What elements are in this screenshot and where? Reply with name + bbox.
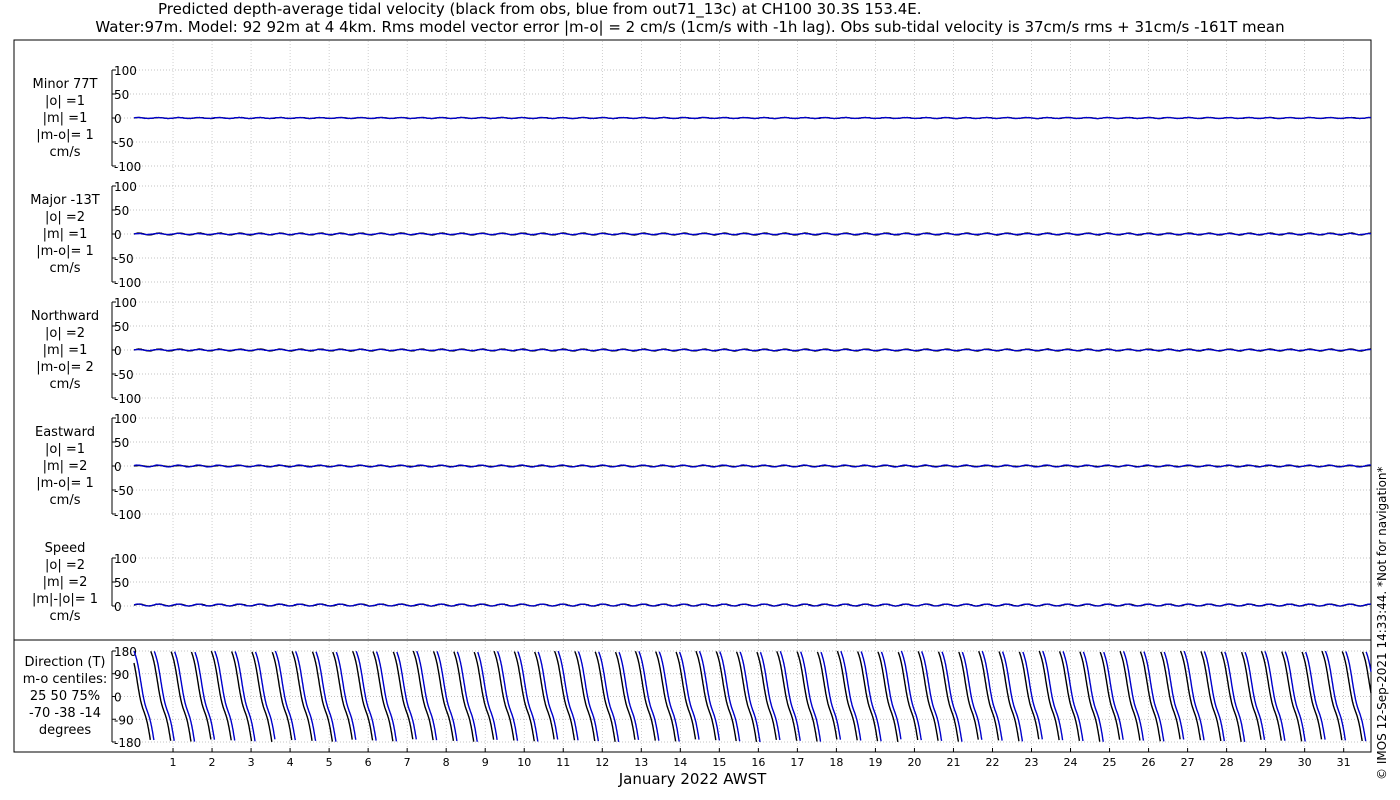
x-tick-label: 19 [868,756,882,769]
panel-label-line: Speed [44,541,86,556]
panel-label-line: |m-o|= 1 [36,244,94,259]
panel-label-line: Major -13T [30,193,100,208]
panel-label-line: cm/s [49,145,81,160]
x-tick-label: 27 [1181,756,1195,769]
x-tick-label: 14 [673,756,687,769]
x-tick-label: 20 [907,756,921,769]
x-tick-label: 18 [829,756,843,769]
panel-label-line: |m| =1 [42,343,88,358]
panel-label-4: Speed |o| =2 |m| =2 |m|-|o|= 1 cm/s [4,540,126,625]
panel-label-line: Minor 77T [32,77,98,92]
panel-label-line: |m| =2 [42,459,88,474]
panel-label-line: |o| =2 [44,210,85,225]
panel-label-line: cm/s [49,377,81,392]
model-trace [133,348,1372,352]
panel-label-line: cm/s [49,261,81,276]
x-tick-label: 17 [790,756,804,769]
x-tick-label: 6 [365,756,372,769]
x-tick-label: 28 [1220,756,1234,769]
x-tick-label: 13 [634,756,648,769]
x-tick-label: 30 [1298,756,1312,769]
x-tick-label: 21 [946,756,960,769]
panel-label-line: Direction (T) [24,655,106,670]
y-tick-label: -100 [114,276,141,290]
panel-label-line: 25 50 75% [29,689,101,704]
x-tick-label: 12 [595,756,609,769]
panel-label-line: |m| =1 [42,227,88,242]
x-tick-label: 7 [404,756,411,769]
x-tick-label: 25 [1103,756,1117,769]
x-tick-label: 26 [1142,756,1156,769]
upper-frame [13,39,1372,641]
x-tick-label: 5 [326,756,333,769]
y-tick-label: -100 [114,392,141,406]
x-tick-label: 10 [517,756,531,769]
x-tick-label: 31 [1337,756,1351,769]
x-tick-label: 24 [1064,756,1078,769]
x-tick-label: 4 [287,756,294,769]
panel-label-line: |m-o|= 1 [36,476,94,491]
panel-label-line: Eastward [34,425,96,440]
panel-label-line: -70 -38 -14 [29,706,101,721]
panel-label-line: degrees [38,723,92,738]
panel-label-line: Northward [30,309,100,324]
x-tick-label: 2 [209,756,216,769]
x-tick-label: 9 [482,756,489,769]
tidal-velocity-chart: 1 2 3 4 5 6 7 8 9 10 11 12 13 14 15 16 17 18 19 20 21 22 23 24 2… [13,39,1372,769]
x-tick-label: 3 [248,756,255,769]
copyright-notice: © IMOS 12-Sep-2021 14:33:44. *Not for na… [1375,466,1389,780]
panel-label-line: |o| =2 [44,326,85,341]
model-trace [133,232,1372,236]
panel-label-line: |m|-|o|= 1 [31,592,99,607]
x-axis-label: January 2022 AWST [618,770,767,788]
x-tick-label: 29 [1259,756,1273,769]
x-tick-label: 1 [170,756,177,769]
panel-label-5: Direction (T) m-o centiles: 25 50 75% -70 -… [4,654,126,739]
panel-label-line: |m| =1 [42,111,88,126]
panel-label-line: |o| =2 [44,558,85,573]
panel-label-line: |m-o|= 2 [36,360,94,375]
panel-label-3: Eastward |o| =1 |m| =2 |m-o|= 1 cm/s [4,424,126,509]
x-tick-label: 15 [712,756,726,769]
panel-label-line: |m-o|= 1 [36,128,94,143]
panel-label-1: Major -13T |o| =2 |m| =1 |m-o|= 1 cm/s [4,192,126,277]
x-tick-label: 8 [443,756,450,769]
direction-frame [13,639,1372,753]
x-tick-label: 23 [1025,756,1039,769]
y-tick-label: -100 [114,160,141,174]
panel-label-line: |m| =2 [42,575,88,590]
x-tick-label: 16 [751,756,765,769]
panel-label-line: m-o centiles: [22,672,108,687]
y-tick-label: -100 [114,508,141,522]
panel-label-0: Minor 77T |o| =1 |m| =1 |m-o|= 1 cm/s [4,76,126,161]
panel-label-line: cm/s [49,609,81,624]
panel-label-line: |o| =1 [44,442,85,457]
x-tick-label: 11 [556,756,570,769]
panel-label-2: Northward |o| =2 |m| =1 |m-o|= 2 cm/s [4,308,126,393]
x-tick-label: 22 [985,756,999,769]
panel-label-line: cm/s [49,493,81,508]
panel-label-line: |o| =1 [44,94,85,109]
